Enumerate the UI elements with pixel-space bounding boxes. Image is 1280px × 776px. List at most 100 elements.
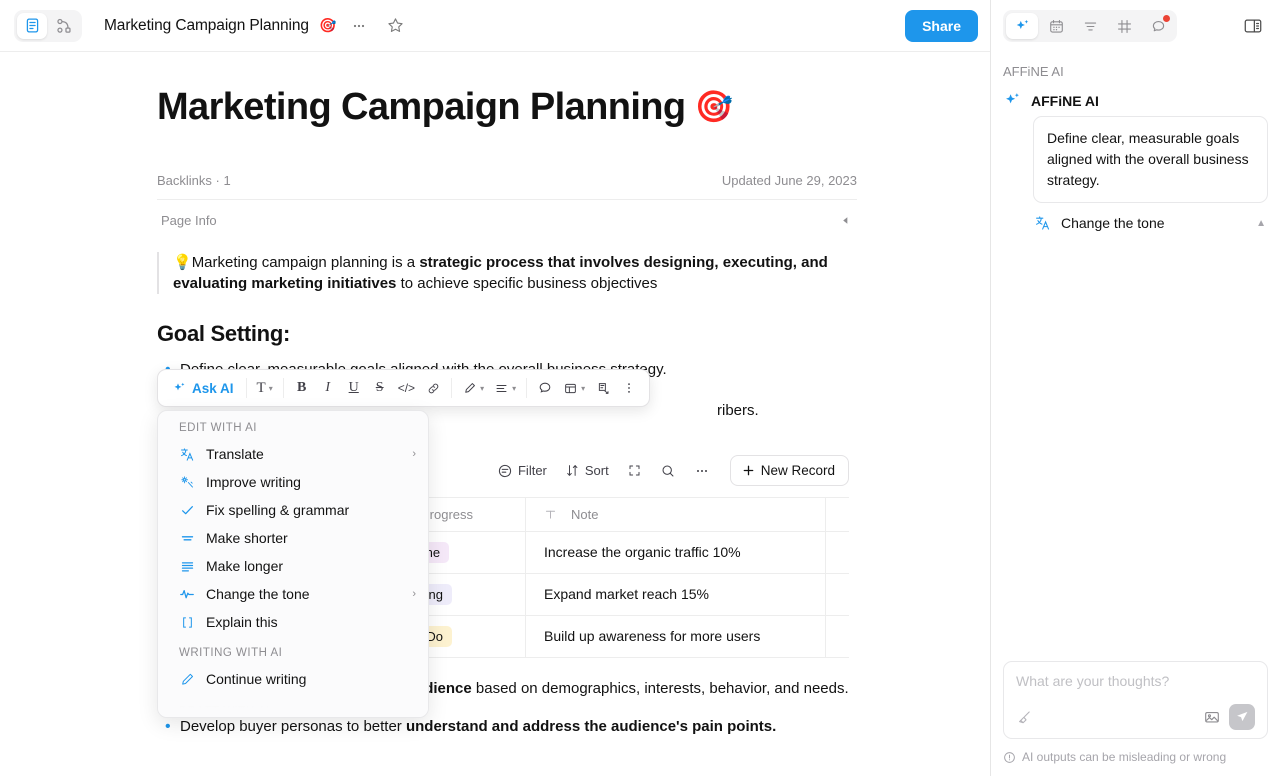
cell-note[interactable]: Build up awareness for more users [525,615,825,657]
ai-input-placeholder: What are your thoughts? [1016,673,1170,689]
target-emoji-icon: 🎯 [318,17,337,33]
translate-icon [179,447,195,462]
sidebar-item-comment[interactable] [1142,13,1174,39]
favorite-star-button[interactable] [382,13,408,39]
target-emoji-icon: 🎯 [694,89,734,125]
format-group-text: T ▾ [249,370,281,406]
menu-item-make-longer[interactable]: Make longer [158,552,428,580]
ai-input-toolbar [1016,704,1255,738]
row-end-spacer [825,615,849,657]
menu-item-label: Make shorter [206,530,288,546]
align-icon [494,381,509,396]
filter-icon [497,463,513,479]
cell-note[interactable]: Increase the organic traffic 10% [525,531,825,573]
sidebar-tab-group [1003,10,1177,42]
bold-button[interactable]: B [289,374,315,402]
menu-item-continue-writing[interactable]: Continue writing [158,665,428,693]
text-style-button[interactable]: T ▾ [252,374,278,402]
edgeless-mode-button[interactable] [49,13,79,39]
callout-post: to achieve specific business objectives [396,274,658,292]
backlinks-label[interactable]: Backlinks · 1 [157,173,231,188]
expand-button[interactable] [620,458,649,483]
check-icon [179,503,195,518]
sparkle-icon [1003,91,1022,110]
menu-item-explain-this[interactable]: Explain this [158,608,428,636]
main-area: Marketing Campaign Planning 🎯 Share Mark… [0,0,990,776]
menu-item-make-shorter[interactable]: Make shorter [158,524,428,552]
sidebar-toggle-button[interactable] [1238,12,1268,40]
ask-ai-label: Ask AI [192,380,234,396]
italic-button[interactable]: I [315,374,341,402]
bullet-4-bold: understand and address the audience's pa… [405,718,777,736]
menu-item-change-the-tone[interactable]: Change the tone › [158,580,428,608]
column-header-add[interactable] [825,497,849,531]
chevron-up-icon[interactable]: ▲ [1256,218,1266,229]
image-upload-icon[interactable] [1203,708,1221,726]
strikethrough-icon: S [375,380,384,395]
cell-note[interactable]: Expand market reach 15% [525,573,825,615]
note-button[interactable] [590,374,616,402]
sidebar-item-frame[interactable] [1108,13,1140,39]
page-info-row[interactable]: Page Info [157,200,857,240]
ask-ai-button[interactable]: Ask AI [165,374,241,402]
menu-item-translate[interactable]: Translate › [158,440,428,468]
divider [282,378,284,398]
highlight-button[interactable]: ▾ [457,374,489,402]
page-title[interactable]: Marketing Campaign Planning 🎯 [157,84,857,132]
database-more-button[interactable] [687,458,717,484]
sidebar-item-outline[interactable] [1074,13,1106,39]
ai-disclaimer: AI outputs can be misleading or wrong [1003,750,1268,764]
doc-title[interactable]: Marketing Campaign Planning [104,17,309,35]
ai-action-label: Change the tone [1061,215,1165,231]
list-item[interactable]: Develop buyer personas to better underst… [157,715,857,738]
collapse-left-arrow-icon[interactable] [840,215,851,226]
page-doc-icon [24,17,41,34]
new-record-button[interactable]: New Record [729,455,849,487]
row-end-spacer [825,531,849,573]
underline-icon: U [348,380,359,395]
search-icon [660,463,676,479]
section-heading-goal-setting[interactable]: Goal Setting: [157,321,857,347]
ai-input-box[interactable]: What are your thoughts? [1003,661,1268,739]
sort-icon [565,463,580,478]
align-button[interactable]: ▾ [489,374,521,402]
link-button[interactable] [420,374,446,402]
ask-ai-dropdown-menu: EDIT WITH AI Translate › Improve writing… [157,410,429,718]
calendar-icon [1048,18,1065,35]
underline-button[interactable]: U [341,374,367,402]
divider [451,378,453,398]
inline-code-button[interactable]: </> [393,374,420,402]
italic-icon: I [325,380,331,395]
column-header-note[interactable]: Note [525,497,825,531]
more-options-button[interactable] [616,374,642,402]
callout-quote[interactable]: 💡Marketing campaign planning is a strate… [157,251,857,295]
strikethrough-button[interactable]: S [367,374,393,402]
layout-button[interactable]: ▾ [558,374,590,402]
cell-note-text: Build up awareness for more users [544,628,761,645]
menu-item-improve-writing[interactable]: Improve writing [158,468,428,496]
format-toolbar: Ask AI T ▾ B I U S </> ▾ ▾ ▾ [157,369,651,407]
page-info-label: Page Info [161,212,217,228]
lightbulb-emoji-icon: 💡 [173,253,192,271]
sort-button[interactable]: Sort [558,458,616,483]
doc-more-menu-button[interactable] [346,13,372,39]
sidebar-item-journal[interactable] [1040,13,1072,39]
callout-pre: Marketing campaign planning is a [191,253,420,271]
comment-button[interactable] [532,374,558,402]
menu-item-fix-spelling-grammar[interactable]: Fix spelling & grammar [158,496,428,524]
clear-broom-icon[interactable] [1016,709,1033,726]
page-mode-button[interactable] [17,12,47,39]
database-search-button[interactable] [653,458,683,484]
menu-item-label: Fix spelling & grammar [206,502,350,518]
ai-action-change-the-tone[interactable]: Change the tone ▲ [1033,212,1268,234]
menu-item-label: Make longer [206,558,284,574]
breadcrumb: Marketing Campaign Planning 🎯 [104,13,408,39]
format-group-extras: ▾ [529,370,645,406]
filter-button[interactable]: Filter [490,458,554,484]
share-button[interactable]: Share [905,9,978,42]
new-record-label: New Record [760,463,835,479]
sidebar-item-ai[interactable] [1006,13,1038,39]
text-style-icon: T [256,379,266,396]
send-button[interactable] [1229,704,1255,730]
plus-icon [742,464,755,477]
